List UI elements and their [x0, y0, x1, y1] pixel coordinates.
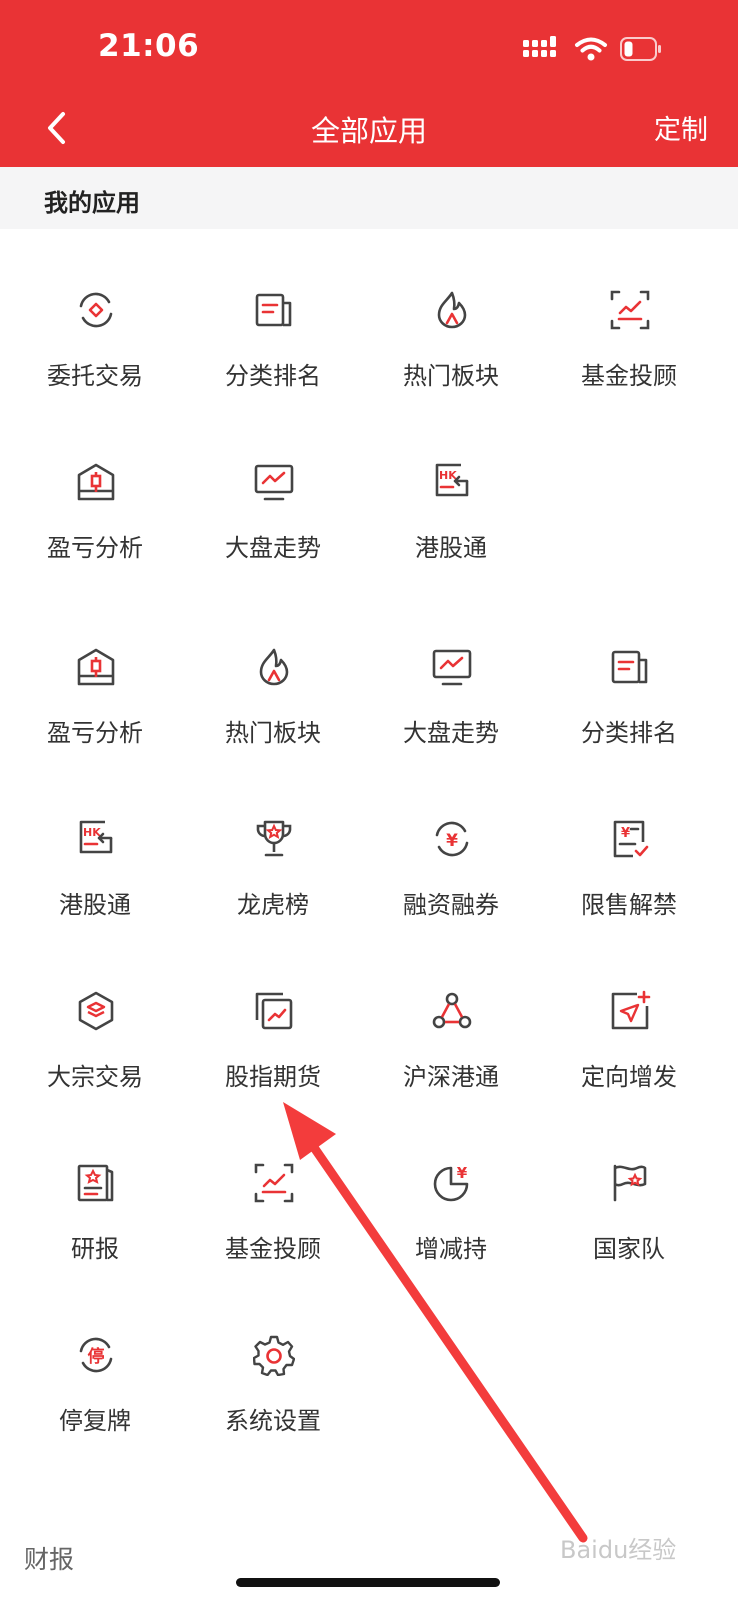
app-item[interactable]: 基金投顾 — [539, 229, 719, 390]
app-item[interactable]: 系统设置 — [183, 1274, 363, 1435]
trophy-icon — [256, 820, 292, 857]
app-item[interactable]: 盈亏分析 — [5, 586, 185, 747]
app-item[interactable]: 停 停复牌 — [5, 1274, 185, 1435]
app-label: 国家队 — [593, 1235, 665, 1263]
app-item[interactable]: 委托交易 — [5, 229, 185, 390]
app-label: 基金投顾 — [581, 362, 677, 390]
app-label: 盈亏分析 — [47, 719, 143, 747]
box-candlestick-icon — [77, 463, 115, 501]
star-report-icon — [77, 1164, 114, 1202]
pie-yen-icon: ¥ — [433, 1164, 469, 1202]
app-label: 股指期货 — [225, 1063, 321, 1091]
app-item[interactable]: 股指期货 — [183, 930, 363, 1091]
list-book-icon — [611, 650, 648, 684]
app-label: 港股通 — [59, 891, 131, 919]
my-apps-section-header: 我的应用 — [0, 167, 738, 229]
stacked-chart-icon — [255, 992, 293, 1030]
app-label: 系统设置 — [225, 1407, 321, 1435]
app-item[interactable]: 龙虎榜 — [183, 758, 363, 919]
app-item[interactable]: 基金投顾 — [183, 1102, 363, 1263]
chart-frame-icon — [610, 290, 650, 330]
app-label: 定向增发 — [581, 1063, 677, 1091]
app-label: 限售解禁 — [581, 891, 677, 919]
app-item[interactable]: HK 港股通 — [5, 758, 185, 919]
monitor-trend-icon — [432, 649, 472, 686]
app-label: 盈亏分析 — [47, 534, 143, 562]
list-book-icon — [255, 293, 292, 327]
app-label: 增减持 — [415, 1235, 487, 1263]
exchange-diamond-icon — [79, 292, 113, 328]
section-title-reports: 财报 — [24, 1545, 75, 1574]
app-label: 分类排名 — [225, 362, 321, 390]
app-label: 大盘走势 — [225, 534, 321, 562]
app-label: 港股通 — [415, 534, 487, 562]
box-candlestick-icon — [77, 648, 115, 686]
gear-icon — [253, 1335, 295, 1376]
app-item[interactable]: 盈亏分析 — [5, 401, 185, 562]
app-label: 委托交易 — [47, 362, 143, 390]
send-plus-icon — [611, 990, 651, 1030]
app-item[interactable]: 分类排名 — [183, 229, 363, 390]
app-label: 停复牌 — [59, 1407, 131, 1435]
triangle-nodes-icon — [432, 992, 472, 1029]
svg-text:停: 停 — [88, 1346, 105, 1367]
app-label: 热门板块 — [225, 719, 321, 747]
app-label: 研报 — [71, 1235, 119, 1263]
app-label: 大宗交易 — [47, 1063, 143, 1091]
flame-icon — [437, 291, 467, 329]
app-item[interactable]: ¥ 限售解禁 — [539, 758, 719, 919]
section-title: 我的应用 — [44, 189, 140, 217]
app-item[interactable]: 热门板块 — [183, 586, 363, 747]
wifi-icon — [575, 37, 607, 61]
app-item[interactable]: 大盘走势 — [183, 401, 363, 562]
hk-connect-icon: HK — [435, 463, 469, 497]
app-label: 基金投顾 — [225, 1235, 321, 1263]
app-item[interactable]: ¥ 融资融券 — [361, 758, 541, 919]
hexagon-layers-icon — [78, 991, 114, 1031]
svg-text:¥: ¥ — [621, 826, 630, 841]
home-indicator[interactable] — [236, 1578, 500, 1587]
app-item[interactable]: ¥ 增减持 — [361, 1102, 541, 1263]
app-item[interactable]: 热门板块 — [361, 229, 541, 390]
yen-cycle-icon: ¥ — [435, 821, 469, 857]
yen-document-check-icon: ¥ — [613, 820, 649, 858]
app-item[interactable]: 沪深港通 — [361, 930, 541, 1091]
app-header: 21:06 全部应用 定制 — [0, 0, 738, 167]
app-label: 融资融券 — [403, 891, 499, 919]
app-item[interactable]: 大宗交易 — [5, 930, 185, 1091]
monitor-trend-icon — [254, 464, 294, 501]
app-item[interactable]: 国家队 — [539, 1102, 719, 1263]
svg-text:¥: ¥ — [446, 831, 458, 851]
app-item[interactable]: 定向增发 — [539, 930, 719, 1091]
app-item[interactable]: HK 港股通 — [361, 401, 541, 562]
app-item[interactable]: 研报 — [5, 1102, 185, 1263]
battery-icon — [620, 37, 661, 61]
app-label: 龙虎榜 — [237, 891, 309, 919]
chart-frame-icon — [254, 1163, 294, 1203]
star-flag-icon — [613, 1164, 647, 1202]
app-label: 大盘走势 — [403, 719, 499, 747]
app-label: 分类排名 — [581, 719, 677, 747]
app-item[interactable]: 分类排名 — [539, 586, 719, 747]
customize-button[interactable]: 定制 — [654, 108, 708, 147]
status-time: 21:06 — [98, 28, 200, 64]
cellular-signal-icon — [523, 36, 556, 57]
app-label: 热门板块 — [403, 362, 499, 390]
page-title: 全部应用 — [310, 114, 427, 148]
app-item[interactable]: 大盘走势 — [361, 586, 541, 747]
app-label: 沪深港通 — [403, 1063, 499, 1091]
flame-icon — [259, 648, 289, 686]
svg-text:¥: ¥ — [457, 1164, 468, 1182]
baidu-watermark: Baidu经验 — [560, 1536, 677, 1564]
suspend-cycle-icon: 停 — [79, 1337, 113, 1373]
hk-connect-icon: HK — [79, 820, 113, 854]
